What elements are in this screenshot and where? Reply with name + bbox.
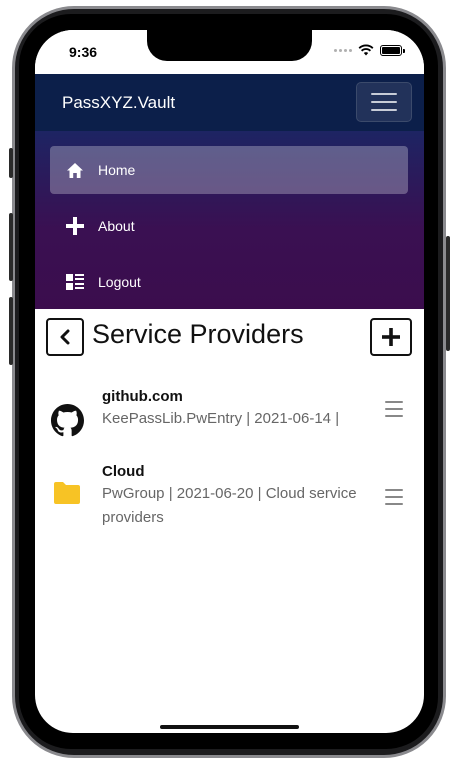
page-header: Service Providers [35, 309, 424, 369]
folder-icon [54, 482, 80, 504]
plus-icon [64, 215, 86, 237]
back-button[interactable] [46, 318, 84, 356]
plus-icon [382, 328, 400, 346]
app-title: PassXYZ.Vault [62, 93, 176, 112]
nav-item-label: About [98, 218, 135, 234]
item-menu-icon[interactable] [385, 489, 407, 505]
signal-icon [334, 48, 352, 52]
hamburger-menu-button[interactable] [356, 82, 412, 122]
item-menu-icon[interactable] [385, 401, 407, 417]
list-item[interactable]: github.com KeePassLib.PwEntry | 2021-06-… [35, 382, 424, 452]
list-icon [64, 271, 86, 293]
home-icon [64, 159, 86, 181]
nav-item-logout[interactable]: Logout [50, 258, 408, 306]
volume-down-button [9, 297, 13, 365]
volume-up-button [9, 213, 13, 281]
app-header: PassXYZ.Vault [35, 74, 424, 131]
nav-item-home[interactable]: Home [50, 146, 408, 194]
add-button[interactable] [370, 318, 412, 356]
item-title: github.com [102, 388, 183, 405]
notch [147, 30, 312, 61]
list-item[interactable]: Cloud PwGroup | 2021-06-20 | Cloud servi… [35, 458, 424, 538]
chevron-left-icon [60, 329, 70, 345]
item-title: Cloud [102, 463, 145, 480]
mute-switch [9, 148, 13, 178]
status-time: 9:36 [69, 44, 98, 60]
nav-item-label: Home [98, 162, 136, 178]
nav-item-about[interactable]: About [50, 202, 408, 250]
github-icon [51, 404, 84, 437]
item-description: KeePassLib.PwEntry | 2021-06-14 | [102, 410, 340, 427]
status-icons [334, 44, 405, 56]
page-title: Service Providers [92, 319, 304, 349]
screen: 9:36 PassXYZ.Vault Home About Logout Ser… [35, 30, 424, 733]
item-description: PwGroup | 2021-06-20 | Cloud service pro… [102, 485, 357, 526]
power-button [446, 236, 450, 351]
nav-item-label: Logout [98, 274, 141, 290]
flyout-menu: Home About Logout [35, 131, 424, 309]
battery-icon [380, 44, 405, 56]
wifi-icon [358, 44, 374, 56]
home-indicator [160, 725, 299, 729]
